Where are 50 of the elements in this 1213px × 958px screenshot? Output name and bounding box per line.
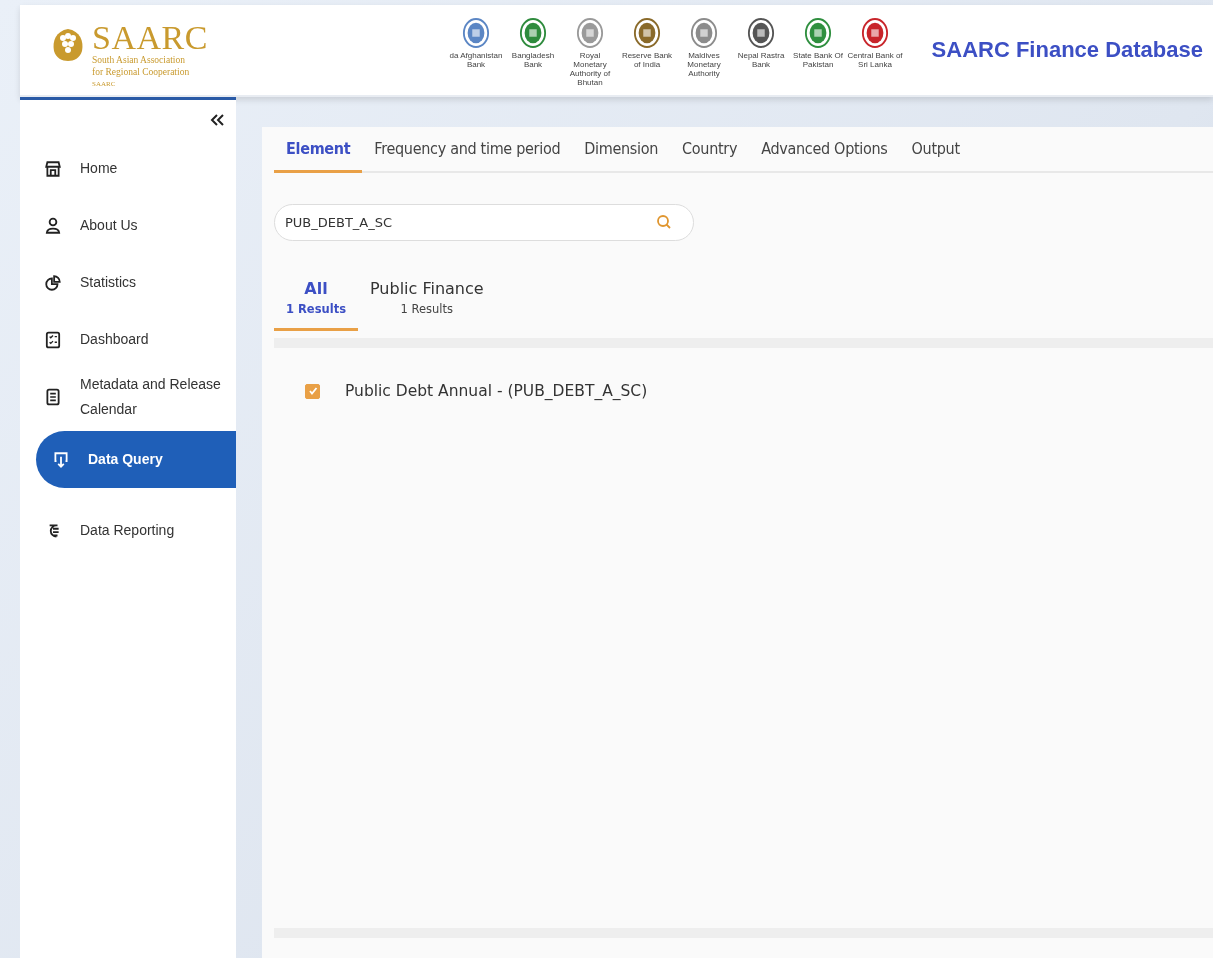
bank-label: Bangladesh Bank xyxy=(510,51,556,69)
seal-icon[interactable] xyxy=(690,17,718,49)
site-title: SAARC Finance Database xyxy=(931,37,1203,63)
category-tab[interactable]: All 1 Results xyxy=(274,275,358,331)
logo-name: SAARC xyxy=(92,22,208,54)
checkmark-icon xyxy=(307,386,318,396)
seal-icon[interactable] xyxy=(747,17,775,49)
document-icon xyxy=(44,387,62,406)
tab[interactable]: Dimension xyxy=(572,135,671,173)
bank-label: Nepal Rastra Bank xyxy=(736,51,786,69)
tab[interactable]: Frequency and time period xyxy=(362,135,573,173)
nav-item[interactable]: About Us xyxy=(20,197,236,254)
nav-item[interactable]: Statistics xyxy=(20,254,236,311)
category-tab[interactable]: Public Finance 1 Results xyxy=(358,275,496,331)
bank-label: Central Bank of Sri Lanka xyxy=(847,51,903,69)
tab[interactable]: Output xyxy=(899,135,972,173)
search-field[interactable]: PUB_DEBT_A_SC xyxy=(274,204,694,241)
bank-label: Royal Monetary Authority of Bhutan xyxy=(568,51,612,87)
nav-item[interactable]: Data Reporting xyxy=(20,502,236,559)
pie-chart-icon xyxy=(44,273,62,292)
collapse-icon[interactable] xyxy=(210,114,224,126)
bank-label: Maldives Monetary Authority xyxy=(686,51,722,78)
checkbox[interactable] xyxy=(305,383,320,399)
person-icon xyxy=(44,216,62,235)
tab[interactable]: Country xyxy=(670,135,750,173)
result-count: 1 Results xyxy=(286,302,346,316)
result-count: 1 Results xyxy=(400,302,454,316)
nav-item[interactable]: Metadata and Release Calendar xyxy=(20,368,236,425)
download-icon xyxy=(52,450,70,469)
tab[interactable]: Advanced Options xyxy=(749,135,900,173)
bank-label: da Afghanistan Bank xyxy=(448,51,504,69)
nav-item[interactable]: Dashboard xyxy=(20,311,236,368)
logo-tagline: for Regional Cooperation xyxy=(92,66,191,78)
bank-label: State Bank Of Pakistan xyxy=(792,51,844,69)
search-icon[interactable] xyxy=(656,214,672,230)
seal-icon[interactable] xyxy=(462,17,490,49)
result-label[interactable]: Public Debt Annual - (PUB_DEBT_A_SC) xyxy=(345,382,648,400)
category-label: Public Finance xyxy=(370,279,484,298)
nav-item[interactable]: Home xyxy=(20,140,236,197)
nav-item[interactable]: Data Query xyxy=(36,431,236,488)
seal-icon[interactable] xyxy=(861,17,889,49)
tab[interactable]: Element xyxy=(274,135,363,173)
bank-label: Reserve Bank of India xyxy=(620,51,674,69)
checklist-icon xyxy=(44,330,62,349)
home-icon xyxy=(44,159,62,178)
logo-tagline: South Asian Association xyxy=(92,54,186,66)
seal-icon[interactable] xyxy=(804,17,832,49)
seal-icon[interactable] xyxy=(633,17,661,49)
category-label: All xyxy=(304,279,328,298)
seal-icon[interactable] xyxy=(519,17,547,49)
